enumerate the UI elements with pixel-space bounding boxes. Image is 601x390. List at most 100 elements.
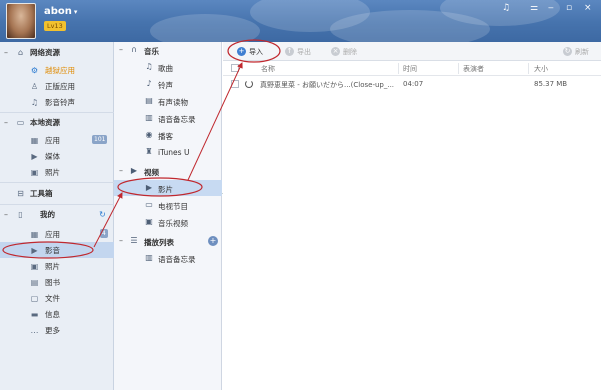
collapse-icon[interactable]: –	[119, 45, 123, 54]
music-player-icon[interactable]: ♫	[502, 3, 510, 13]
sidebar-item-label: 更多	[45, 325, 60, 335]
divider	[0, 204, 114, 205]
column-divider[interactable]	[458, 63, 459, 74]
category-music[interactable]: – ∩ 音乐	[114, 42, 222, 58]
select-all-checkbox[interactable]	[231, 64, 239, 72]
column-header-artist[interactable]: 表演者	[463, 64, 484, 74]
app-store-icon: ♙	[30, 81, 39, 91]
category-playlists[interactable]: – ☰ 播放列表 +	[114, 233, 222, 249]
sidebar-item-label: 应用	[45, 229, 60, 239]
avatar[interactable]	[6, 3, 36, 39]
sidebar-item-label: 影音	[45, 245, 60, 255]
headphones-icon: ∩	[131, 45, 137, 54]
collapse-icon[interactable]: –	[4, 48, 8, 57]
apps-grid-icon: ▦	[30, 135, 39, 145]
sidebar-nav: – ⌂ 网络资源 ⚙ 越狱应用 ♙ 正版应用 ♫ 影音铃声 – ▭ 本地资源 ▦…	[0, 42, 114, 390]
minimize-icon[interactable]: ‒	[548, 3, 554, 13]
category-item-songs[interactable]: ♫ 歌曲	[114, 59, 222, 75]
sidebar-item-toolbox[interactable]: ⊟ 工具箱	[0, 185, 114, 201]
category-item-itunes-u[interactable]: ♜ iTunes U	[114, 144, 222, 160]
sidebar-item-official-apps[interactable]: ♙ 正版应用	[0, 78, 114, 94]
category-item-music-videos[interactable]: ▣ 音乐视频	[114, 214, 222, 230]
menu-icon[interactable]: ⚌	[530, 3, 538, 13]
category-item-tv-shows[interactable]: ▭ 电视节目	[114, 197, 222, 213]
import-button[interactable]: + 导入	[237, 45, 263, 58]
loading-spinner-icon	[245, 80, 253, 88]
category-item-label: 铃声	[158, 81, 173, 90]
close-icon[interactable]: ×	[584, 3, 592, 13]
sidebar-item-device-files[interactable]: ▢ 文件	[0, 290, 114, 306]
column-divider[interactable]	[528, 63, 529, 74]
username-menu[interactable]: abon ▾	[44, 6, 77, 17]
username-label: abon	[44, 6, 72, 17]
file-icon: ▢	[30, 293, 39, 303]
apps-grid-icon: ▦	[30, 229, 39, 239]
music-note-icon: ♫	[145, 62, 153, 71]
category-item-playlist-voice-memos[interactable]: ▥ 语音备忘录	[114, 250, 222, 266]
nav-section-online[interactable]: – ⌂ 网络资源	[0, 44, 114, 60]
category-item-label: 语音备忘录	[158, 255, 196, 264]
category-item-label: 音乐视频	[158, 219, 188, 228]
sidebar-item-device-media[interactable]: ▶ 影音	[0, 242, 114, 258]
refresh-button[interactable]: ↻ 刷新	[563, 45, 589, 58]
export-icon: ↑	[285, 47, 294, 56]
voice-memo-icon: ▥	[145, 113, 153, 122]
category-item-podcasts[interactable]: ◉ 播客	[114, 127, 222, 143]
collapse-icon[interactable]: –	[119, 166, 123, 175]
table-row[interactable]: 真野恵里菜 - お願いだから...(Close-up_... 04:07 85.…	[223, 76, 601, 92]
sidebar-item-device-more[interactable]: … 更多	[0, 322, 114, 338]
refresh-icon: ↻	[563, 47, 572, 56]
maximize-icon[interactable]: ▫	[566, 3, 572, 13]
table-header: 名称 时间 表演者 大小	[223, 61, 601, 76]
nav-section-device[interactable]: – ▯ 我的 ↻	[0, 206, 114, 222]
category-item-movies[interactable]: ▶ 影片	[114, 180, 222, 196]
sidebar-item-label: 照片	[45, 167, 60, 177]
sidebar-item-device-messages[interactable]: ▬ 信息	[0, 306, 114, 322]
category-item-voice-memos[interactable]: ▥ 语音备忘录	[114, 110, 222, 126]
category-item-ringtones[interactable]: ♪ 铃声	[114, 76, 222, 92]
sidebar-item-local-apps[interactable]: ▦ 应用 101	[0, 132, 114, 148]
column-header-name[interactable]: 名称	[261, 64, 275, 74]
dropdown-caret-icon: ▾	[73, 8, 78, 16]
sidebar-item-local-media[interactable]: ▶ 媒体	[0, 148, 114, 164]
count-badge: 4	[100, 229, 108, 238]
video-camera-icon: ▶	[31, 245, 38, 255]
sidebar-item-label: 信息	[45, 309, 60, 319]
music-note-icon: ♫	[30, 97, 39, 107]
sidebar-item-media-ringtones[interactable]: ♫ 影音铃声	[0, 94, 114, 110]
nav-section-label: 我的	[40, 209, 55, 219]
voice-memo-icon: ▥	[145, 253, 153, 262]
column-divider[interactable]	[398, 63, 399, 74]
music-video-icon: ▣	[145, 217, 153, 226]
sidebar-item-device-apps[interactable]: ▦ 应用 4	[0, 226, 114, 242]
category-item-label: 电视节目	[158, 202, 188, 211]
category-item-label: 有声读物	[158, 98, 188, 107]
toolbar: + 导入 ↑ 导出 × 删除 ↻ 刷新	[223, 42, 601, 61]
category-item-audiobooks[interactable]: ▤ 有声读物	[114, 93, 222, 109]
column-header-time[interactable]: 时间	[403, 64, 417, 74]
nav-section-local[interactable]: – ▭ 本地资源	[0, 114, 114, 130]
row-checkbox[interactable]	[231, 80, 239, 88]
delete-button[interactable]: × 删除	[331, 45, 357, 58]
column-header-size[interactable]: 大小	[534, 64, 548, 74]
collapse-icon[interactable]: –	[4, 118, 8, 127]
sidebar-item-local-photos[interactable]: ▣ 照片	[0, 164, 114, 180]
cell-size: 85.37 MB	[534, 80, 568, 88]
add-playlist-icon[interactable]: +	[208, 236, 218, 246]
photo-icon: ▣	[30, 167, 39, 177]
sync-icon[interactable]: ↻	[98, 210, 107, 219]
category-video[interactable]: – ▶ 视频	[114, 163, 222, 179]
sidebar-item-label: 文件	[45, 293, 60, 303]
sidebar-item-device-books[interactable]: ▤ 图书	[0, 274, 114, 290]
collapse-icon[interactable]: –	[4, 210, 8, 219]
sidebar-item-jailbreak-apps[interactable]: ⚙ 越狱应用	[0, 62, 114, 78]
toolbox-icon: ⊟	[17, 188, 24, 198]
video-play-icon: ▶	[130, 166, 138, 175]
podcast-icon: ◉	[145, 130, 153, 139]
sidebar-item-label: 应用	[45, 135, 60, 145]
cell-name: 真野恵里菜 - お願いだから...(Close-up_...	[260, 81, 395, 89]
export-button[interactable]: ↑ 导出	[285, 45, 311, 58]
collapse-icon[interactable]: –	[119, 236, 123, 245]
category-item-label: iTunes U	[158, 148, 190, 157]
sidebar-item-device-photos[interactable]: ▣ 照片	[0, 258, 114, 274]
